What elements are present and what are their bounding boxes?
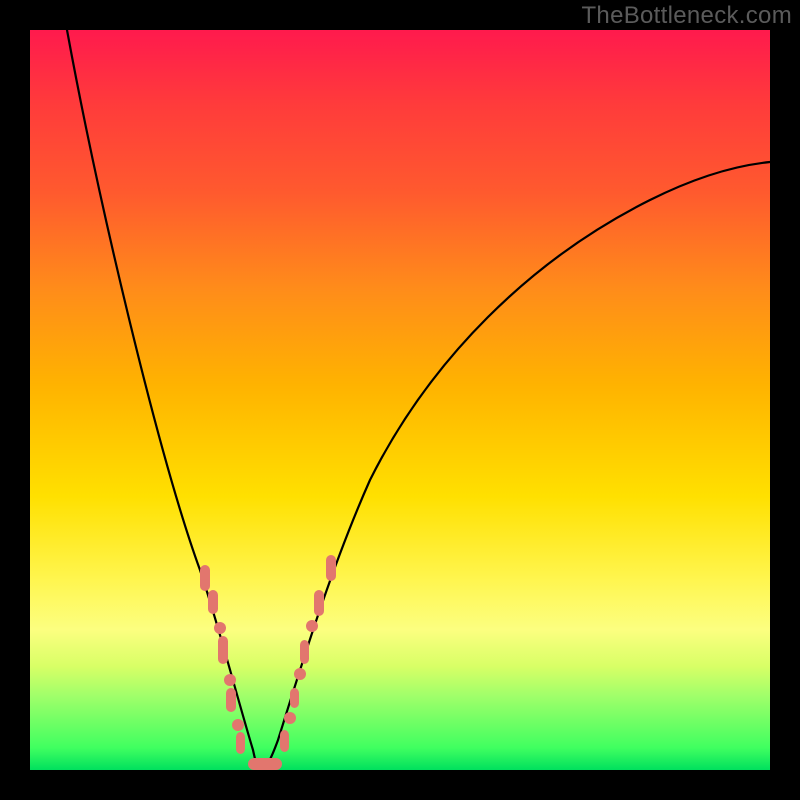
curve-right <box>260 162 770 770</box>
chart-frame: TheBottleneck.com <box>0 0 800 800</box>
curve-markers <box>200 555 336 770</box>
watermark-text: TheBottleneck.com <box>581 2 792 30</box>
bottleneck-curve <box>30 30 770 770</box>
curve-left <box>67 30 260 770</box>
plot-area <box>30 30 770 770</box>
